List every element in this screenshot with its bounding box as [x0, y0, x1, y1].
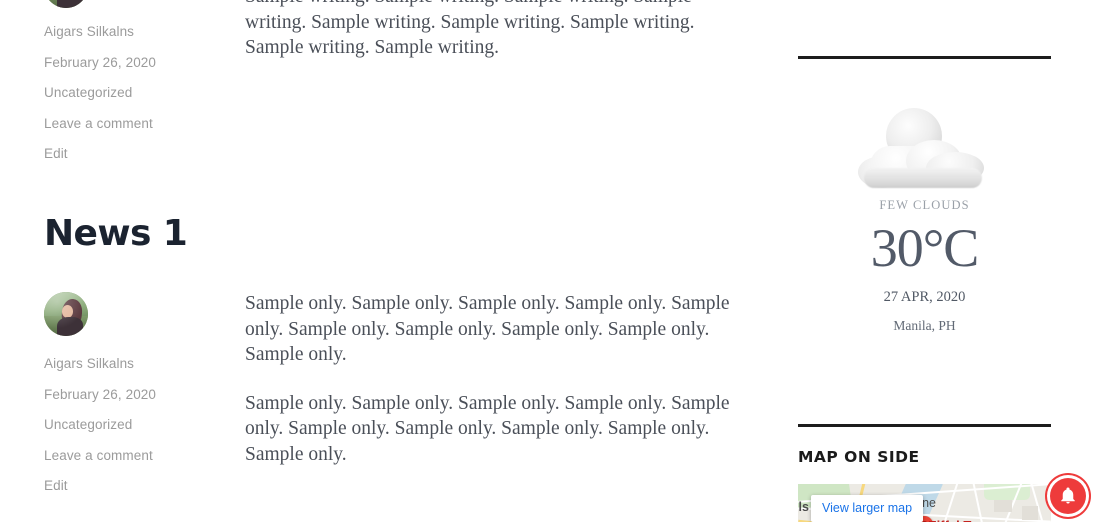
paragraph: Sample writing. Sample writing. Sample w…: [245, 0, 695, 58]
post-category[interactable]: Uncategorized: [44, 418, 224, 432]
avatar: [44, 292, 88, 336]
notification-button[interactable]: [1050, 478, 1086, 514]
map-block: [1022, 506, 1038, 520]
post-category[interactable]: Uncategorized: [44, 86, 224, 100]
divider-map: [798, 424, 1051, 427]
article-meta-news-1: Aigars Silkalns February 26, 2020 Uncate…: [44, 292, 224, 493]
leave-comment-link[interactable]: Leave a comment: [44, 448, 224, 463]
bell-icon: [1061, 487, 1075, 504]
sidebar: FEW CLOUDS 30°C 27 APR, 2020 Manila, PH …: [798, 0, 1051, 522]
map-embed[interactable]: ils Seine Eiffel Tower View larger map: [798, 484, 1051, 522]
article-body-news-1: Sample only. Sample only. Sample only. S…: [245, 291, 745, 467]
weather-date: 27 APR, 2020: [883, 289, 966, 305]
map-clipped-label: ils: [798, 500, 809, 514]
weather-location: Manila, PH: [893, 318, 956, 333]
weather-widget: FEW CLOUDS 30°C 27 APR, 2020 Manila, PH: [798, 106, 1051, 334]
author-name: Aigars Silkalns: [44, 356, 135, 371]
leave-comment-link[interactable]: Leave a comment: [44, 116, 224, 131]
view-larger-map-link[interactable]: View larger map: [811, 495, 924, 522]
map-landmark-label: Eiffel Tower: [928, 518, 1001, 522]
weather-condition: FEW CLOUDS: [879, 198, 970, 212]
avatar: [44, 0, 88, 8]
paragraph: Sample only. Sample only. Sample only. S…: [245, 392, 730, 465]
edit-link[interactable]: Edit: [44, 147, 224, 161]
paragraph: Sample only. Sample only. Sample only. S…: [245, 293, 730, 365]
map-widget-title: MAP ON SIDE: [798, 448, 920, 466]
divider-weather: [798, 56, 1051, 59]
few-clouds-icon: [850, 106, 1000, 198]
page-title[interactable]: News 1: [44, 216, 188, 252]
article-body-previous: Sample writing. Sample writing. Sample w…: [245, 0, 745, 61]
author-name: Aigars Silkalns: [44, 24, 135, 39]
map-widget: MAP ON SIDE ils Seine: [798, 448, 1051, 522]
map-block: [994, 500, 1012, 512]
post-date[interactable]: February 26, 2020: [44, 387, 224, 402]
weather-temperature: 30°C: [870, 218, 980, 278]
edit-link[interactable]: Edit: [44, 479, 224, 493]
post-date[interactable]: February 26, 2020: [44, 55, 224, 70]
page-root: Aigars Silkalns February 26, 2020 Uncate…: [0, 0, 1100, 522]
article-meta-previous: Aigars Silkalns February 26, 2020 Uncate…: [44, 0, 224, 161]
blog-content-column: Aigars Silkalns February 26, 2020 Uncate…: [0, 0, 790, 522]
